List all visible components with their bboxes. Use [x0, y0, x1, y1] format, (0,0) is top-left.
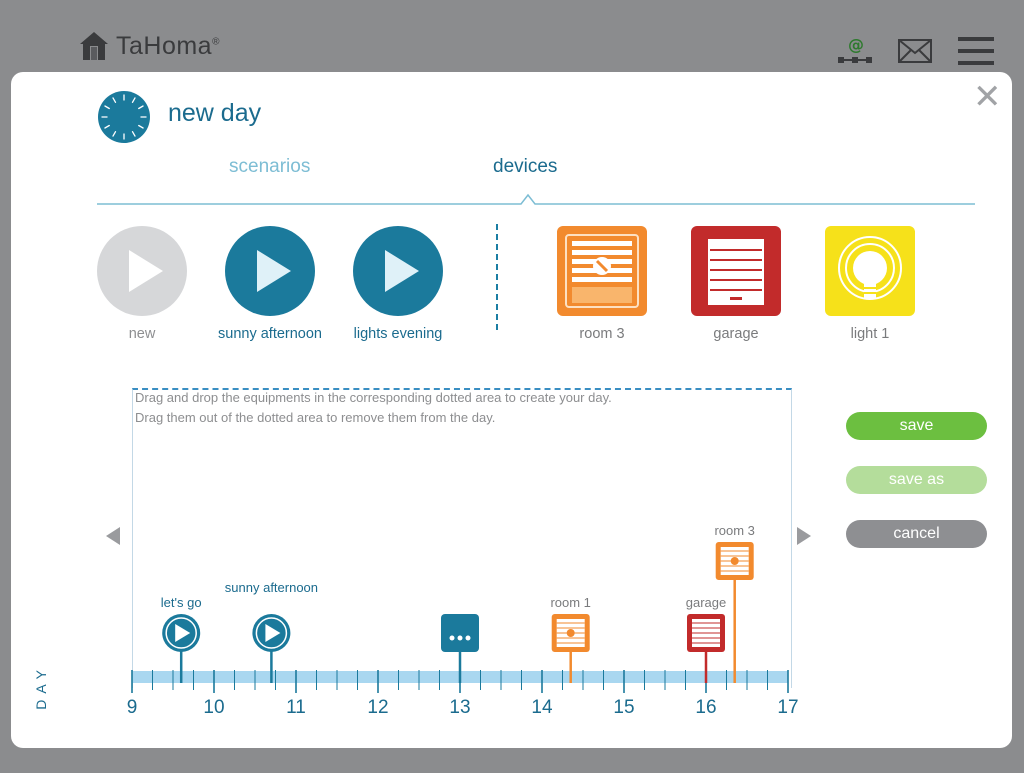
play-icon	[353, 226, 443, 316]
play-icon	[97, 226, 187, 316]
menu-icon[interactable]	[958, 37, 994, 65]
scroll-right-arrow[interactable]	[797, 527, 811, 545]
device-light-1[interactable]: light 1	[805, 226, 935, 342]
scenario-lights-evening[interactable]: lights evening	[333, 226, 463, 342]
svg-text:@: @	[848, 36, 864, 54]
tab-devices[interactable]: devices	[493, 156, 557, 178]
event-label: let's go	[160, 595, 202, 610]
app-name: TaHoma	[116, 31, 213, 60]
device-label: garage	[713, 326, 759, 342]
save-as-button[interactable]: save as	[846, 466, 987, 494]
hour-label: 12	[367, 697, 389, 718]
instruction-text: Drag them out of the dotted area to remo…	[135, 410, 496, 425]
light-bulb-icon	[825, 226, 915, 316]
day-dropzone[interactable]	[132, 388, 792, 688]
hour-label: 15	[613, 697, 635, 718]
day-axis-label: DAY	[33, 664, 49, 710]
event-label: room 3	[714, 523, 755, 538]
scenario-label: sunny afternoon	[218, 326, 322, 342]
registered-mark: ®	[212, 36, 220, 48]
hour-label: 11	[286, 697, 306, 718]
event-label: room 1	[550, 595, 591, 610]
connection-icon[interactable]: @	[838, 36, 872, 66]
mail-icon[interactable]	[898, 39, 932, 63]
tab-underline	[97, 193, 975, 205]
hour-label: 17	[777, 697, 799, 718]
save-button[interactable]: save	[846, 412, 987, 440]
cancel-button[interactable]: cancel	[846, 520, 987, 548]
scenario-label: lights evening	[353, 326, 443, 342]
app-logo: TaHoma®	[78, 30, 220, 62]
section-divider	[496, 224, 498, 330]
hour-label: 9	[126, 697, 138, 718]
shutter-icon	[557, 226, 647, 316]
event-label: sunny afternoon	[224, 580, 319, 595]
scenario-new[interactable]: new	[77, 226, 207, 342]
scroll-left-arrow[interactable]	[106, 527, 120, 545]
device-garage[interactable]: garage	[671, 226, 801, 342]
play-icon	[225, 226, 315, 316]
hour-label: 16	[695, 697, 717, 718]
new-day-dialog: ✕ new day scenarios devices new sunny af…	[11, 72, 1012, 748]
hour-label: 10	[203, 697, 225, 718]
instruction-text: Drag and drop the equipments in the corr…	[135, 390, 612, 405]
clock-icon	[98, 91, 150, 143]
device-label: room 3	[579, 326, 625, 342]
scenario-sunny-afternoon[interactable]: sunny afternoon	[205, 226, 335, 342]
house-icon	[80, 32, 108, 60]
device-label: light 1	[850, 326, 890, 342]
close-icon[interactable]: ✕	[973, 80, 1002, 114]
event-label: garage	[685, 595, 727, 610]
tab-scenarios[interactable]: scenarios	[229, 156, 310, 178]
hour-label: 13	[449, 697, 471, 718]
top-bar: TaHoma® @	[0, 0, 1024, 72]
device-room-3[interactable]: room 3	[537, 226, 667, 342]
dialog-title: new day	[168, 99, 262, 127]
hour-label: 14	[531, 697, 553, 718]
garage-door-icon	[691, 226, 781, 316]
scenario-label: new	[128, 326, 156, 342]
